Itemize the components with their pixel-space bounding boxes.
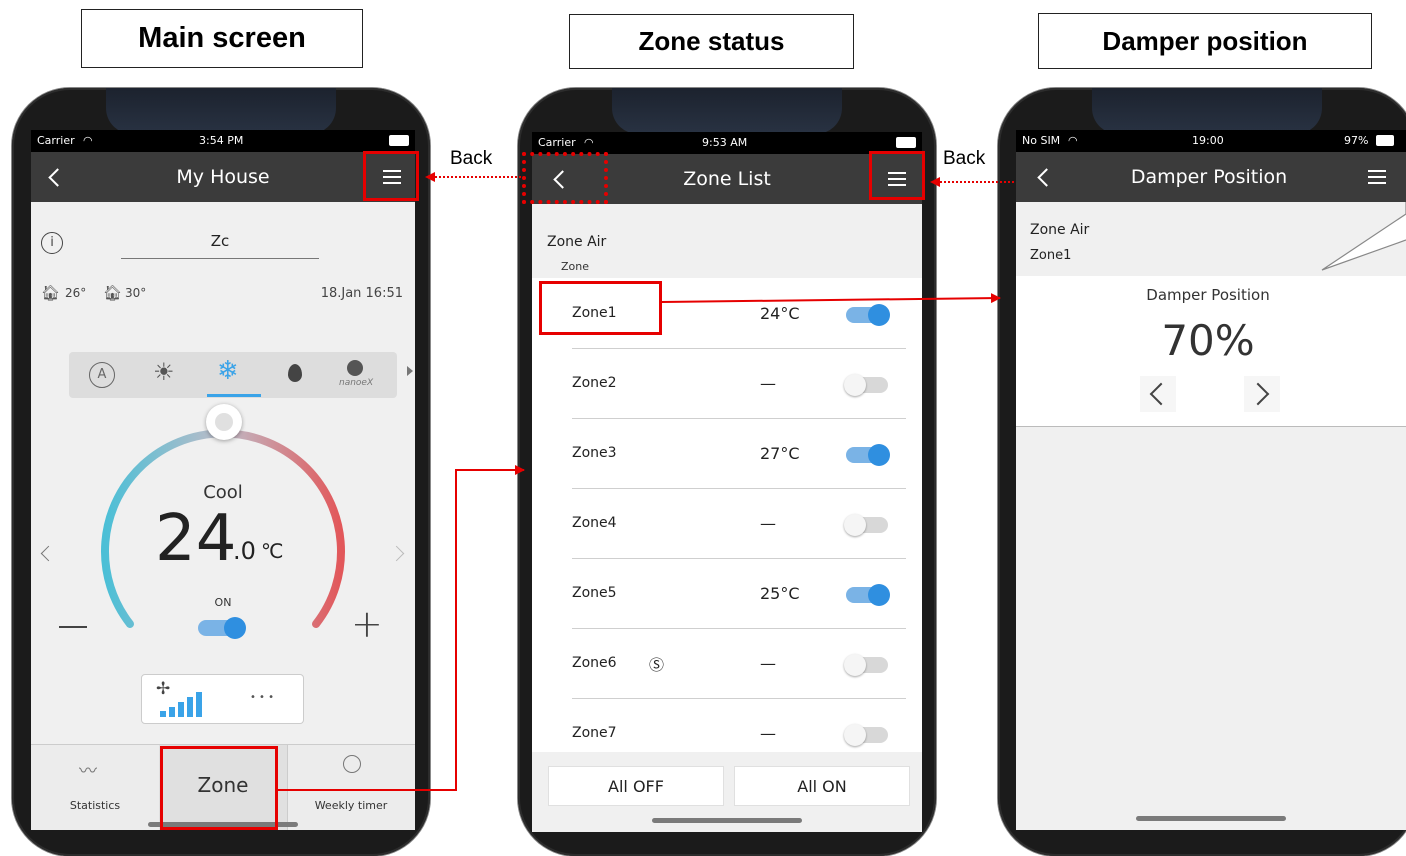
connector-arrows [278,172,1014,791]
back-annotation-right: Back [943,148,986,169]
back-annotation-left: Back [450,148,493,169]
